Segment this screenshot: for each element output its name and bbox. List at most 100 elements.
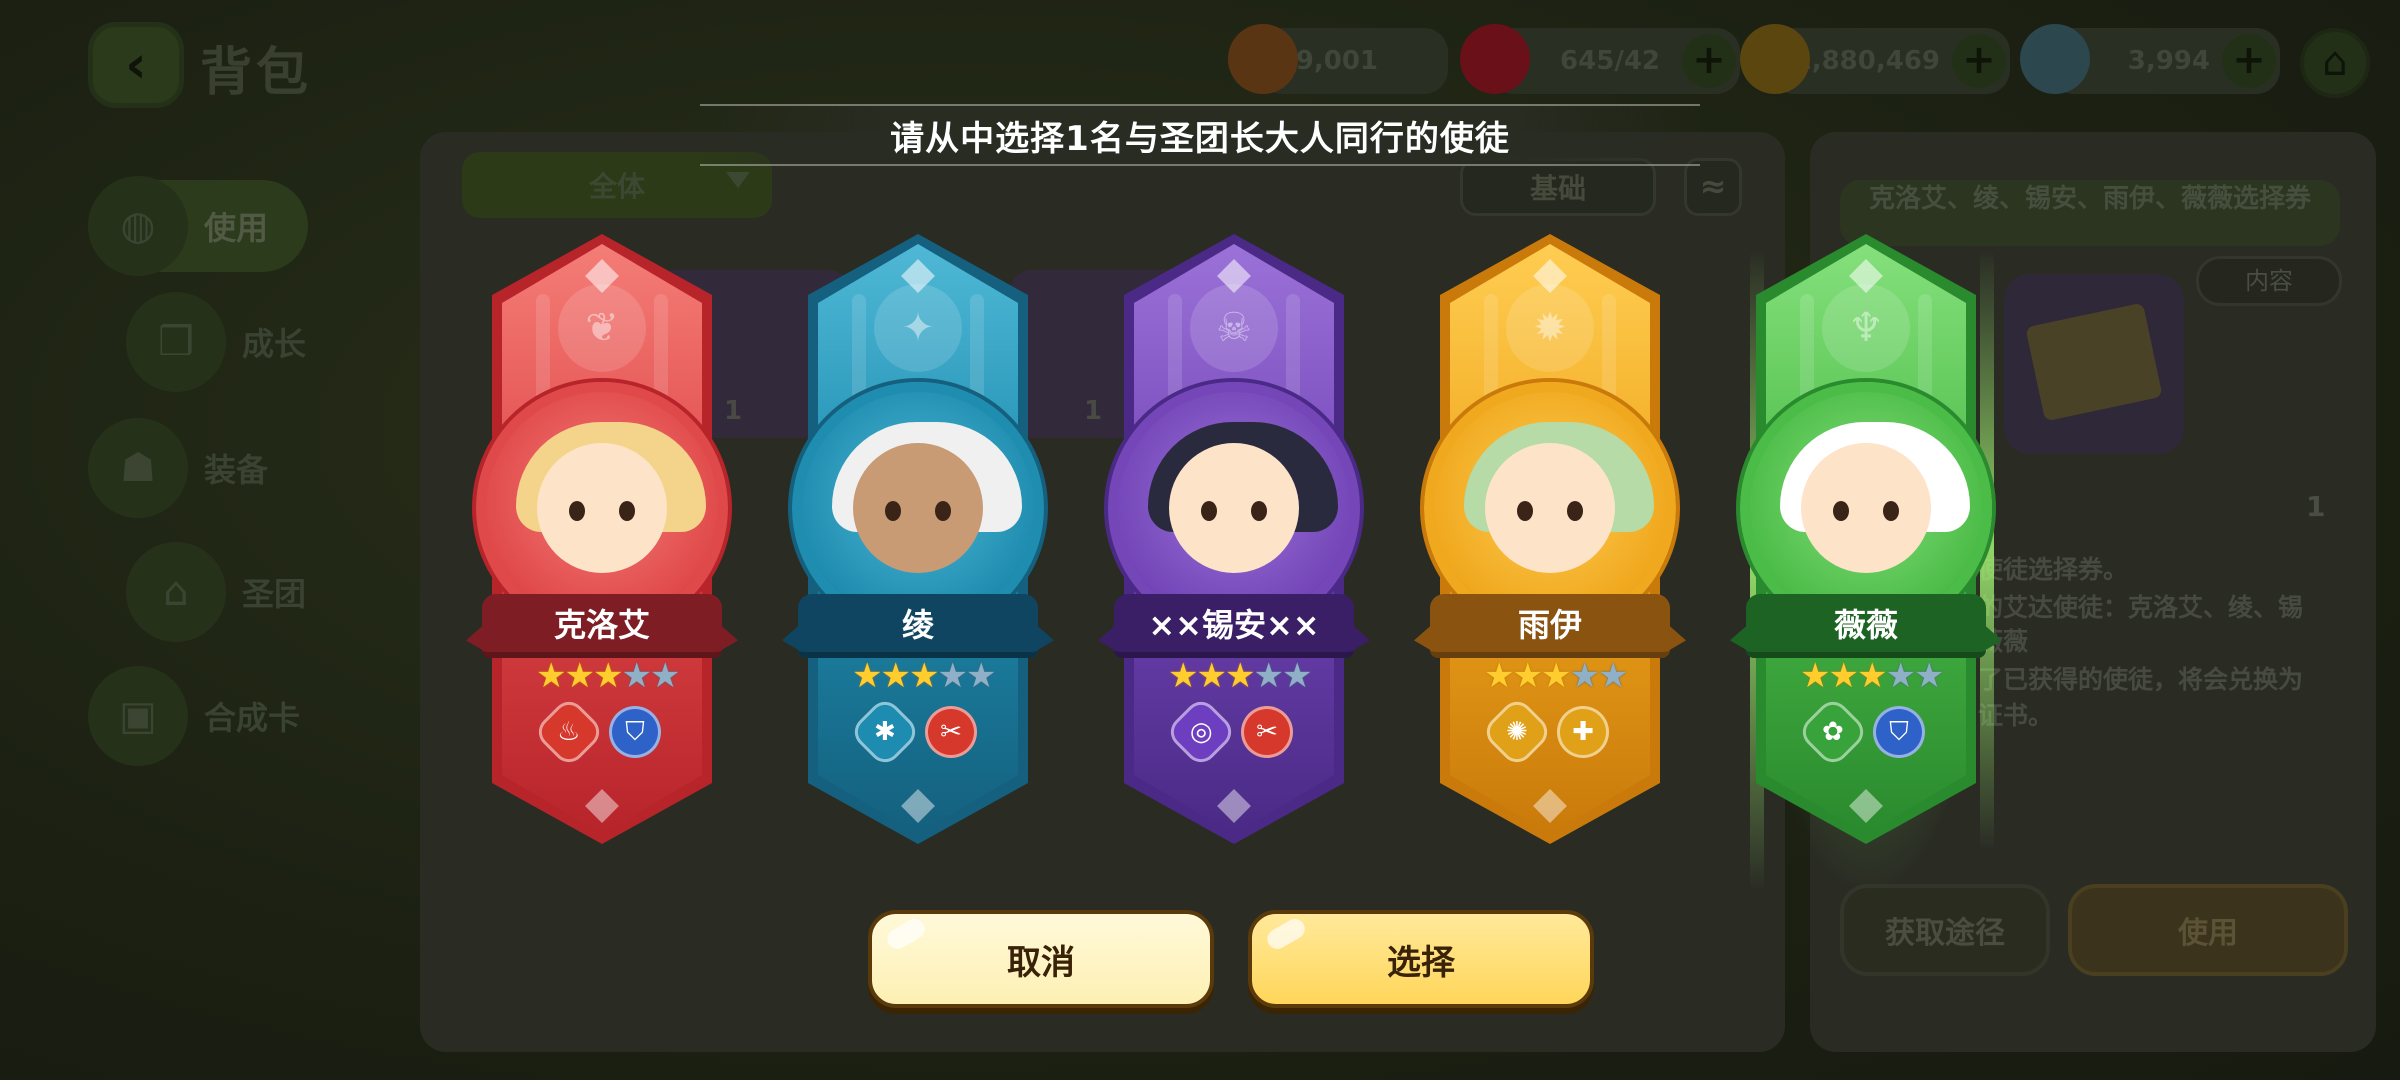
badge-symbol: ♨ (557, 717, 581, 747)
star-filled-icon: ★ (1484, 656, 1515, 696)
class-badges: ♨ ⛉ (492, 695, 712, 769)
item-description: 使徒选择券。 (1978, 555, 2129, 584)
portrait-face (1169, 443, 1299, 573)
button-shine (883, 915, 929, 953)
select-label: 选择 (1387, 942, 1455, 983)
item-icon (2004, 274, 2184, 454)
class-badges: ✿ ⛉ (1756, 695, 1976, 769)
flower-icon: ✿ (1796, 695, 1870, 769)
name-ribbon: 克洛艾 (466, 594, 738, 658)
cross-icon: ✚ (1557, 706, 1609, 758)
apostle-card[interactable]: ✦ 绫 ★ ★ ★ ★ ★ ✱ ✂ (782, 234, 1054, 844)
cookie-coin-icon (1228, 24, 1298, 94)
combine-card-icon: ▣ (88, 666, 188, 766)
snowflake-icon: ✱ (848, 695, 922, 769)
star-rating: ★ ★ ★ ★ ★ (1484, 656, 1664, 696)
feather-icon: ❦ (558, 284, 646, 372)
apostle-name: 雨伊 (1430, 594, 1670, 658)
apostle-name: ××锡安×× (1114, 594, 1354, 658)
use-bag-icon: ◍ (88, 176, 188, 276)
badge-symbol: ✿ (1822, 716, 1844, 747)
add-crystal-button[interactable]: + (2222, 34, 2276, 88)
content-button[interactable]: 内容 (2196, 256, 2342, 306)
home-button[interactable]: ⌂ (2300, 28, 2370, 98)
star-filled-icon: ★ (592, 656, 624, 696)
star-filled-icon: ★ (908, 656, 940, 696)
leaf-flame-icon: ♆ (1822, 284, 1910, 372)
gold-coin-icon (1740, 24, 1810, 94)
star-empty-icon: ★ (1913, 656, 1945, 696)
cancel-label: 取消 (1007, 942, 1075, 983)
portrait-face (537, 443, 667, 573)
holy-group-icon: ⌂ (126, 542, 226, 642)
gear-icon: ✺ (1480, 695, 1554, 769)
sun-drop-icon: ✹ (1506, 284, 1594, 372)
resource-red-gem: 645/42 + (1460, 24, 1740, 94)
resource-value: 1,880,469 (1793, 46, 1940, 76)
sidebar-item-label: 装备 (204, 451, 269, 489)
sidebar-item-label: 合成卡 (204, 699, 301, 737)
star-empty-icon: ★ (1253, 656, 1284, 696)
star-filled-icon: ★ (1800, 656, 1831, 696)
star-filled-icon: ★ (1828, 656, 1859, 696)
resource-cookie: 109,001 (1228, 24, 1448, 94)
portrait-face (1801, 443, 1931, 573)
class-badges: ✱ ✂ (808, 695, 1028, 769)
star-filled-icon: ★ (1540, 656, 1572, 696)
sidebar-item-equipment[interactable]: ☗ 装备 (88, 418, 268, 518)
ticket-icon (2025, 302, 2163, 422)
star-empty-icon: ★ (1885, 656, 1916, 696)
apostle-card[interactable]: ☠ ××锡安×× ★ ★ ★ ★ ★ ◎ ✂ (1098, 234, 1370, 844)
sidebar-item-use[interactable]: ◍ 使用 (88, 176, 309, 276)
select-button[interactable]: 选择 (1248, 910, 1594, 1008)
button-shine (1263, 915, 1309, 953)
name-ribbon: 薇薇 (1730, 594, 2002, 658)
star-filled-icon: ★ (1512, 656, 1543, 696)
basic-sort-button[interactable]: 基础 (1460, 158, 1656, 216)
resource-value: 645/42 (1560, 46, 1660, 76)
sidebar-item-growth[interactable]: ❒ 成长 (126, 292, 306, 392)
name-ribbon: 雨伊 (1414, 594, 1686, 658)
star-empty-icon: ★ (1569, 656, 1600, 696)
equipment-icon: ☗ (88, 418, 188, 518)
badge-symbol: ⛉ (625, 716, 645, 747)
star-empty-icon: ★ (1281, 656, 1313, 696)
star-rating: ★ ★ ★ ★ ★ (1800, 656, 1980, 696)
badge-symbol: ✂ (1256, 717, 1278, 747)
sidebar-item-label: 使用 (204, 209, 269, 247)
star-empty-icon: ★ (937, 656, 968, 696)
back-button[interactable]: ‹ (88, 22, 184, 108)
name-ribbon: ××锡安×× (1098, 594, 1370, 658)
back-arrow-icon: ‹ (125, 35, 147, 95)
star-filled-icon: ★ (1856, 656, 1888, 696)
double-chevron-up-icon: ≈ (1699, 167, 1727, 205)
add-gold-button[interactable]: + (1952, 34, 2006, 88)
portrait-face (853, 443, 983, 573)
use-item-button[interactable]: 使用 (2068, 884, 2348, 976)
chevron-down-icon (726, 172, 750, 188)
item-count: 1 (2306, 490, 2326, 523)
sort-order-button[interactable]: ≈ (1684, 158, 1742, 216)
badge-symbol: ✂ (940, 717, 962, 747)
crossed-tools-icon: ✂ (925, 706, 977, 758)
badge-symbol: ✚ (1572, 717, 1594, 747)
badge-symbol: ◎ (1189, 717, 1213, 747)
sidebar-item-combine-card[interactable]: ▣ 合成卡 (88, 666, 300, 766)
shield-icon: ⛉ (609, 706, 661, 758)
item-description: 的艾达使徒：克洛艾、绫、锡 (1978, 593, 2304, 622)
star-filled-icon: ★ (880, 656, 911, 696)
modal-title-bar: 请从中选择1名与圣团长大人同行的使徒 (700, 104, 1700, 166)
apostle-card[interactable]: ❦ 克洛艾 ★ ★ ★ ★ ★ ♨ ⛉ (466, 234, 738, 844)
star-burst-icon: ✦ (874, 284, 962, 372)
add-red-gem-button[interactable]: + (1682, 34, 1736, 88)
star-filled-icon: ★ (1196, 656, 1227, 696)
star-empty-icon: ★ (965, 656, 997, 696)
apostle-card[interactable]: ✹ 雨伊 ★ ★ ★ ★ ★ ✺ ✚ (1414, 234, 1686, 844)
cancel-button[interactable]: 取消 (868, 910, 1214, 1008)
sidebar-item-holy-group[interactable]: ⌂ 圣团 (126, 542, 306, 642)
apostle-card-selected[interactable]: ♆ 薇薇 ★ ★ ★ ★ ★ ✿ ⛉ (1730, 234, 2002, 844)
class-badges: ◎ ✂ (1124, 695, 1344, 769)
growth-icon: ❒ (126, 292, 226, 392)
star-filled-icon: ★ (1224, 656, 1256, 696)
vortex-icon: ◎ (1164, 695, 1238, 769)
